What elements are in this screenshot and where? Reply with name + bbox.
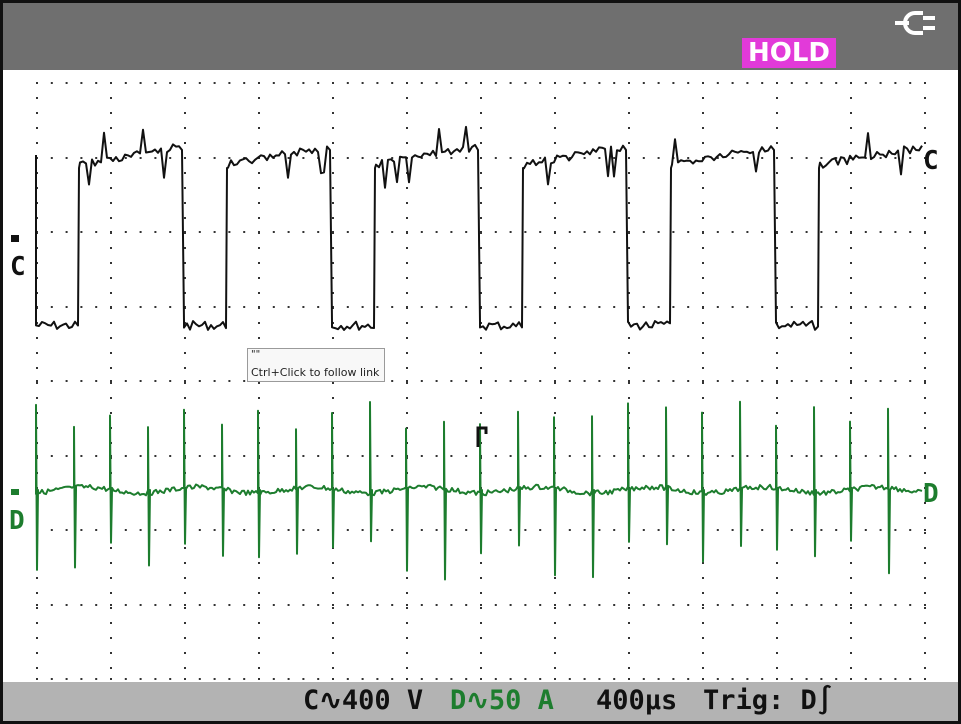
trigger-marker-icon	[476, 426, 488, 447]
channel-c-left-label: C	[10, 252, 26, 282]
channel-d-ground-marker	[11, 489, 19, 495]
link-tooltip: "" Ctrl+Click to follow link	[247, 348, 385, 382]
trigger-setting[interactable]: Trig: D∫	[703, 684, 833, 718]
channel-c-right-label: C	[923, 146, 939, 176]
tooltip-link-text: ""	[251, 349, 261, 360]
timebase[interactable]: 400µs	[596, 684, 677, 718]
graticule	[36, 82, 926, 680]
channel-c-scale[interactable]: C∿400 V	[303, 684, 423, 718]
tooltip-hint: Ctrl+Click to follow link	[251, 366, 380, 379]
channel-c-ground-marker	[11, 235, 19, 242]
channel-d-right-label: D	[923, 479, 939, 509]
channel-d-scale[interactable]: D∿50 A	[450, 684, 554, 718]
channel-d-left-label: D	[9, 506, 25, 536]
status-bar: C∿400 V D∿50 A 400µs Trig: D∫	[3, 682, 958, 721]
waveform-display	[11, 82, 926, 680]
channel-c-trace	[35, 125, 923, 331]
